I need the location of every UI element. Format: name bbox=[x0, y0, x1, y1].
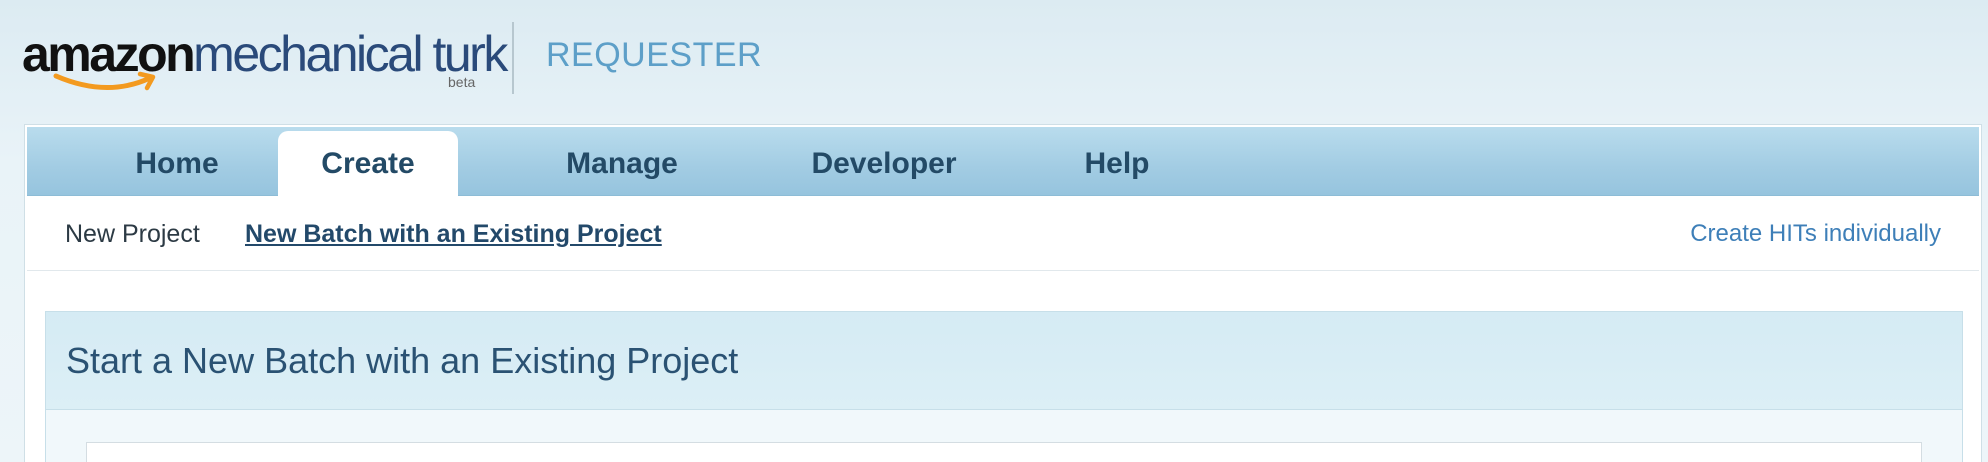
sub-navigation: New Project New Batch with an Existing P… bbox=[27, 197, 1979, 271]
new-batch-section: Start a New Batch with an Existing Proje… bbox=[45, 311, 1963, 462]
amazon-smile-icon bbox=[53, 71, 156, 91]
header: amazonmechanical turk beta REQUESTER bbox=[0, 0, 1988, 122]
section-header: Start a New Batch with an Existing Proje… bbox=[46, 312, 1962, 410]
tab-manage[interactable]: Manage bbox=[497, 131, 747, 196]
new-project-link[interactable]: New Project bbox=[65, 219, 200, 249]
main-panel: Home Create Manage Developer Help New Pr… bbox=[24, 124, 1982, 462]
main-tab-bar: Home Create Manage Developer Help bbox=[27, 127, 1979, 197]
create-hits-individually-link[interactable]: Create HITs individually bbox=[1690, 219, 1941, 249]
project-list-container bbox=[86, 442, 1922, 462]
page-title: Start a New Batch with an Existing Proje… bbox=[66, 340, 739, 381]
section-body bbox=[46, 410, 1962, 462]
header-divider bbox=[512, 22, 514, 94]
tab-home[interactable]: Home bbox=[67, 131, 287, 196]
tab-create[interactable]: Create bbox=[278, 131, 458, 197]
mturk-logo[interactable]: amazonmechanical turk beta bbox=[22, 26, 508, 96]
tab-developer[interactable]: Developer bbox=[759, 131, 1009, 196]
new-batch-existing-project-link[interactable]: New Batch with an Existing Project bbox=[245, 219, 662, 249]
beta-label: beta bbox=[448, 74, 476, 90]
requester-label: REQUESTER bbox=[546, 36, 763, 74]
tab-help[interactable]: Help bbox=[1017, 131, 1217, 196]
